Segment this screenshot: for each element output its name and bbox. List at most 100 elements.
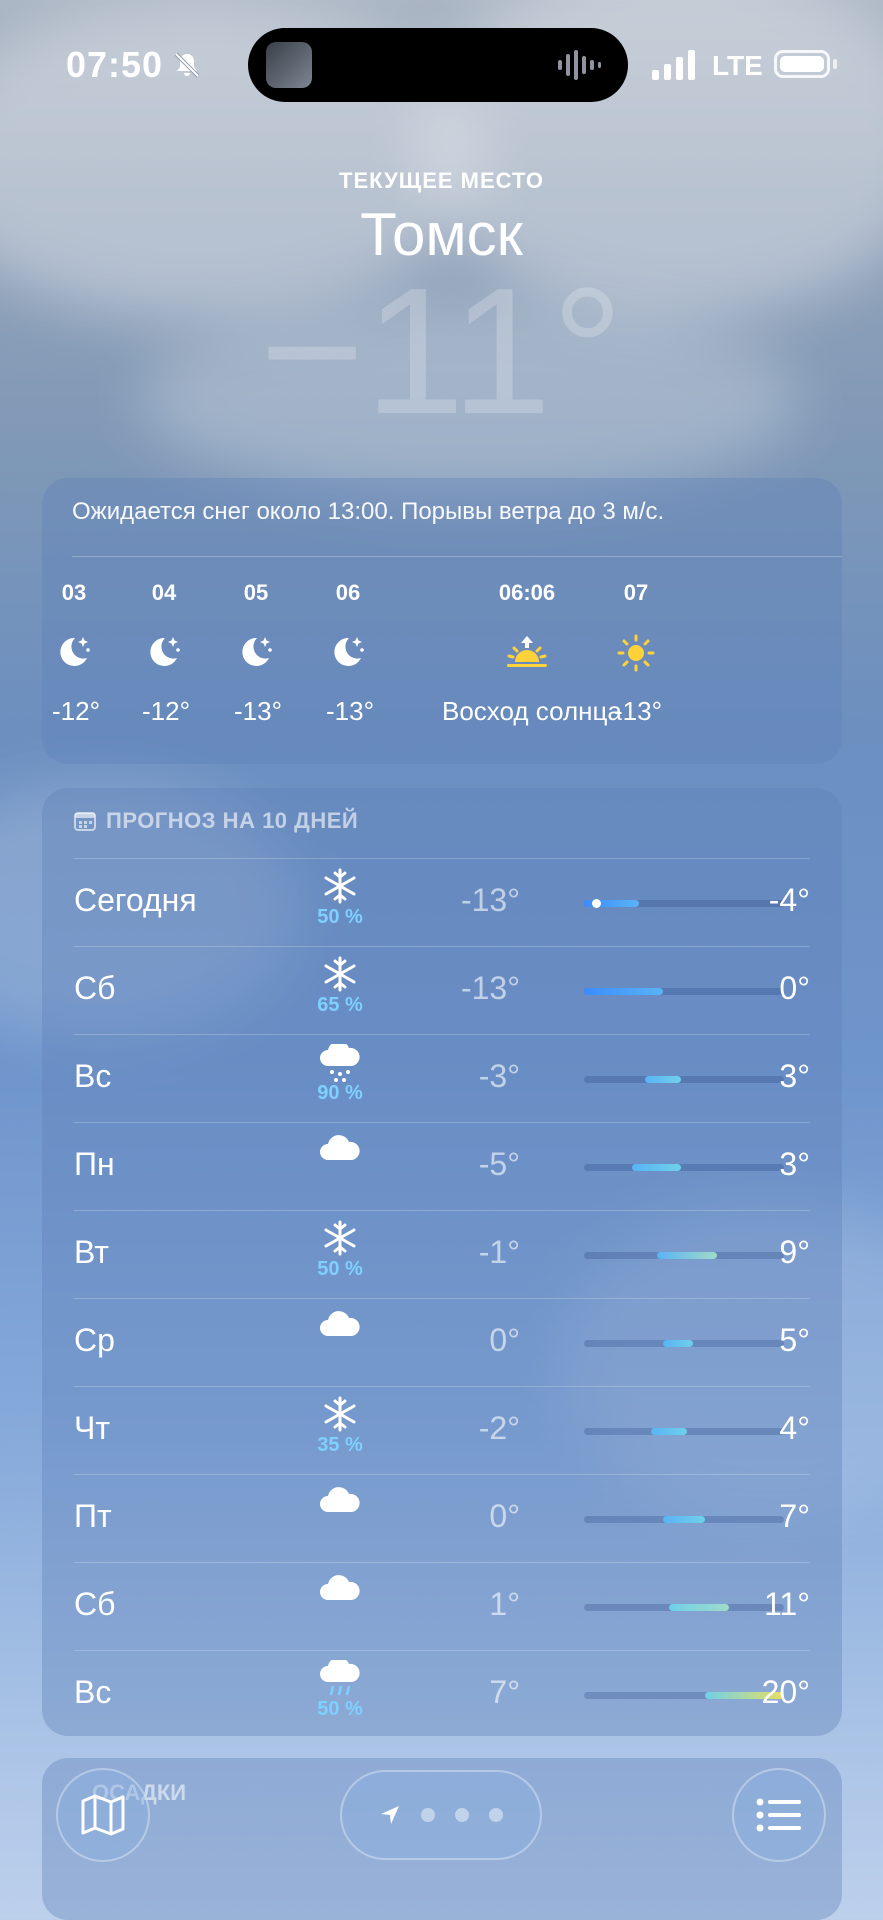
snowflake-icon (310, 956, 370, 992)
forecast-title: ПРОГНОЗ НА 10 ДНЕЙ (74, 808, 358, 834)
low-temperature: 1° (489, 1586, 520, 1622)
page-dot (421, 1808, 435, 1822)
list-icon (756, 1798, 801, 1832)
status-time: 07:50 (66, 44, 164, 85)
divider (74, 946, 810, 947)
forecast-title-text: ПРОГНОЗ НА 10 ДНЕЙ (106, 808, 359, 833)
hourly-item: 07 -13° (614, 580, 662, 727)
day-name: Пт (74, 1498, 112, 1534)
locations-list-button[interactable] (732, 1768, 826, 1862)
hour-temperature: -12° (142, 696, 190, 726)
precip-chance: 50 % (317, 1698, 363, 1720)
dynamic-island[interactable] (248, 28, 628, 102)
waveform-icon (558, 50, 601, 80)
forecast-row[interactable]: Вт 50 % -1° 9° (74, 1210, 810, 1298)
divider (74, 1122, 810, 1123)
moon-stars-icon (52, 634, 96, 674)
weather-condition: 90 % (310, 1044, 370, 1114)
day-name: Ср (74, 1322, 115, 1358)
calendar-icon (74, 812, 96, 831)
forecast-row[interactable]: Вс 50 % 7° 20° (74, 1650, 810, 1738)
day-name: Вс (74, 1674, 112, 1710)
snowflake-icon (310, 1396, 370, 1432)
page-dot (489, 1808, 503, 1822)
temperature-range-fill (650, 1428, 688, 1435)
low-temperature: -5° (478, 1146, 520, 1182)
divider (74, 1298, 810, 1299)
hour-time: 05 (243, 580, 269, 605)
temperature-range-bar (584, 1692, 784, 1699)
weather-condition: 50 % (310, 868, 370, 938)
low-temperature: -13° (460, 970, 520, 1006)
weather-condition: 50 % (310, 1220, 370, 1290)
low-temperature: 0° (489, 1498, 520, 1534)
moon-stars-icon (142, 634, 186, 674)
weather-condition (310, 1484, 370, 1554)
day-name: Сб (74, 1586, 116, 1622)
precip-chance: 35 % (317, 1434, 363, 1456)
temperature-range-bar (584, 1340, 784, 1347)
precip-chance: 90 % (317, 1082, 363, 1104)
map-icon (81, 1794, 125, 1836)
high-temperature: 7° (779, 1498, 810, 1534)
bell-muted-icon (174, 52, 200, 78)
temperature-range-fill (632, 1164, 681, 1171)
high-temperature: 5° (779, 1322, 810, 1358)
high-temperature: 4° (779, 1410, 810, 1446)
battery-icon (774, 50, 830, 78)
low-temperature: -1° (478, 1234, 520, 1270)
precip-chance: 65 % (317, 994, 363, 1016)
network-type: LTE (712, 50, 763, 81)
temperature-range-fill (656, 1252, 718, 1259)
low-temperature: -3° (478, 1058, 520, 1094)
cloud-icon (310, 1132, 370, 1168)
divider (74, 1562, 810, 1563)
forecast-row[interactable]: Пн -5° 3° (74, 1122, 810, 1210)
temperature-range-bar (584, 988, 784, 995)
moon-stars-icon (326, 634, 370, 674)
hour-time: 07 (623, 580, 649, 605)
temperature-range-bar (584, 1604, 784, 1611)
high-temperature: 9° (779, 1234, 810, 1270)
temperature-range-fill (584, 988, 663, 995)
high-temperature: 3° (779, 1146, 810, 1182)
forecast-row[interactable]: Пт 0° 7° (74, 1474, 810, 1562)
hourly-item: 03 -12° (52, 580, 100, 727)
high-temperature: 11° (763, 1586, 810, 1622)
snowflake-icon (310, 1220, 370, 1256)
high-temperature: 20° (761, 1674, 810, 1710)
forecast-row[interactable]: Сб 1° 11° (74, 1562, 810, 1650)
high-temperature: 0° (779, 970, 810, 1006)
divider (74, 1386, 810, 1387)
temperature-range-fill (668, 1604, 730, 1611)
weather-condition: 35 % (310, 1396, 370, 1466)
low-temperature: 0° (489, 1322, 520, 1358)
forecast-row[interactable]: Чт 35 % -2° 4° (74, 1386, 810, 1474)
precip-chance: 50 % (317, 906, 363, 928)
temperature-range-bar (584, 1076, 784, 1083)
forecast-row[interactable]: Сегодня 50 % -13° -4° (74, 858, 810, 946)
forecast-row[interactable]: Сб 65 % -13° 0° (74, 946, 810, 1034)
battery-tip (833, 59, 837, 69)
low-temperature: -2° (478, 1410, 520, 1446)
cellular-signal-icon (652, 50, 695, 80)
forecast-row[interactable]: Вс 90 % -3° 3° (74, 1034, 810, 1122)
hourly-forecast-card[interactable]: Ожидается снег около 13:00. Порывы ветра… (42, 478, 842, 764)
cloud-icon (310, 1572, 370, 1608)
precip-chance: 50 % (317, 1258, 363, 1280)
hour-time: 06:06 (498, 580, 556, 605)
page-indicator[interactable] (340, 1770, 542, 1860)
now-playing-thumbnail (266, 42, 312, 88)
map-button[interactable] (56, 1768, 150, 1862)
temperature-range-fill (644, 1076, 681, 1083)
location-label: ТЕКУЩЕЕ МЕСТО (339, 168, 544, 193)
cloud-rain-icon (310, 1660, 370, 1696)
low-temperature: 7° (489, 1674, 520, 1710)
divider (74, 858, 810, 859)
status-bar: 07:50 LTE (0, 0, 883, 130)
temperature-range-fill (662, 1516, 706, 1523)
divider (72, 556, 842, 557)
forecast-row[interactable]: Ср 0° 5° (74, 1298, 810, 1386)
ten-day-forecast-card[interactable]: ПРОГНОЗ НА 10 ДНЕЙ Сегодня 50 % -13° -4° Сб 6… (42, 788, 842, 1736)
weather-condition: 65 % (310, 956, 370, 1026)
